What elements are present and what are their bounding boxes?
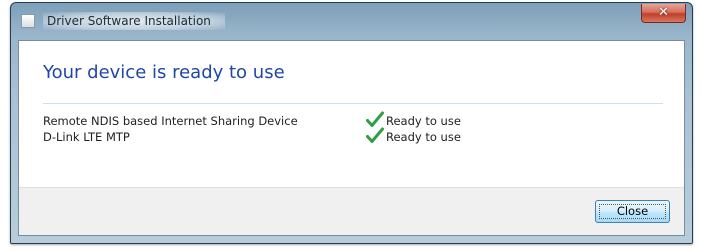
dialog-content: Your device is ready to use Remote NDIS … <box>18 40 685 236</box>
device-status-label: Ready to use <box>386 114 461 128</box>
title-bar[interactable]: Driver Software Installation ✕ <box>11 3 692 39</box>
close-button-label: Close <box>616 204 649 218</box>
heading-divider <box>43 103 663 104</box>
dialog-heading: Your device is ready to use <box>43 62 285 83</box>
device-status-label: Ready to use <box>386 130 461 144</box>
device-name: Remote NDIS based Internet Sharing Devic… <box>43 114 298 128</box>
window-title: Driver Software Installation <box>43 12 225 30</box>
installation-dialog: Driver Software Installation ✕ Your devi… <box>10 2 693 244</box>
title-close-button[interactable]: ✕ <box>641 4 686 23</box>
device-name: D-Link LTE MTP <box>43 130 130 144</box>
close-icon: ✕ <box>658 5 669 20</box>
window-icon <box>21 14 35 28</box>
check-icon <box>366 127 384 143</box>
close-button[interactable]: Close <box>595 200 670 223</box>
check-icon <box>366 111 384 127</box>
dialog-footer: Close <box>19 187 684 235</box>
